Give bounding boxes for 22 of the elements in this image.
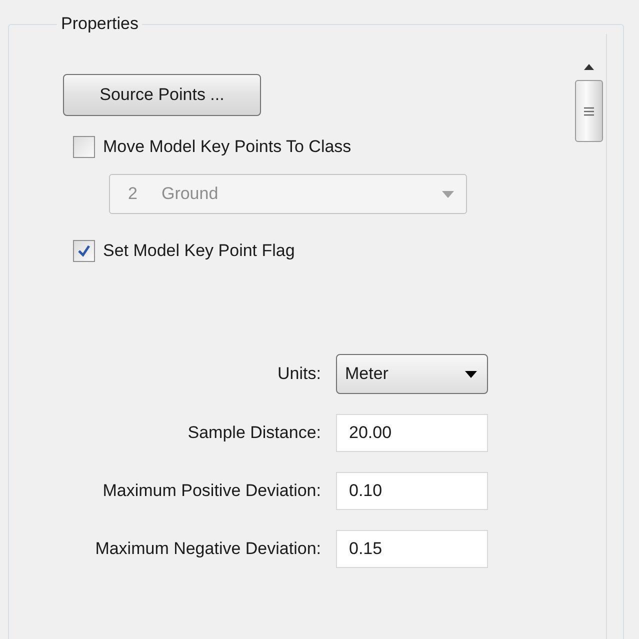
field-label: Sample Distance: [186,423,321,443]
input-field[interactable]: 0.10 [336,472,488,510]
class-code: 2 [128,184,138,204]
checkmark-icon [77,244,91,258]
scroll-thumb[interactable] [575,80,603,142]
source-points-button[interactable]: Source Points ... [63,74,261,116]
input-field[interactable]: 20.00 [336,414,488,452]
group-title: Properties [60,14,140,34]
checkbox-label: Set Model Key Point Flag [103,241,295,261]
field-label: Maximum Positive Deviation: [102,481,321,501]
grip-icon [584,106,594,116]
class-name: Ground [161,184,220,204]
field-label: Units: [276,364,321,384]
dropdown-arrow-icon [465,370,477,378]
scroll-up-icon[interactable] [584,64,594,70]
checkbox[interactable] [73,136,95,158]
checkbox-label: Move Model Key Points To Class [103,137,352,157]
input-field[interactable]: 0.15 [336,530,488,568]
dropdown-arrow-icon [442,190,454,198]
checkbox[interactable] [73,240,95,262]
units-dropdown[interactable]: Meter [336,354,488,394]
field-label: Maximum Negative Deviation: [94,539,321,559]
